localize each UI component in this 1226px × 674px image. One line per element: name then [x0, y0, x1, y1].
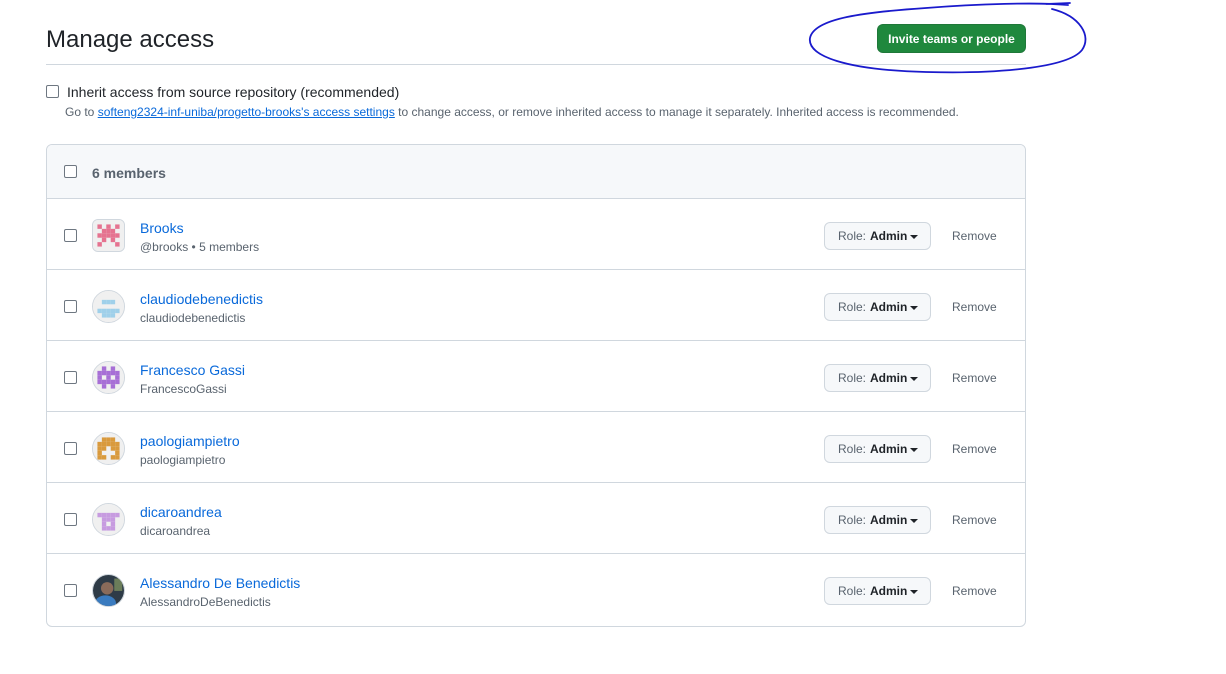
- member-checkbox[interactable]: [64, 229, 77, 242]
- member-name-link[interactable]: paologiampietro: [140, 433, 240, 449]
- role-value: Admin: [870, 300, 908, 314]
- role-dropdown-button[interactable]: Role: Admin: [824, 506, 931, 534]
- member-name-link[interactable]: claudiodebenedictis: [140, 291, 263, 307]
- member-username: @brooks • 5 members: [140, 240, 260, 254]
- member-name-link[interactable]: Brooks: [140, 220, 184, 236]
- member-row: Alessandro De Benedictis AlessandroDeBen…: [47, 554, 1025, 625]
- chevron-down-icon: [910, 448, 918, 452]
- source-access-settings-link[interactable]: softeng2324-inf-uniba/progetto-brooks's …: [98, 105, 395, 119]
- select-all-checkbox[interactable]: [64, 165, 77, 178]
- remove-member-button[interactable]: Remove: [952, 229, 997, 243]
- remove-member-button[interactable]: Remove: [952, 300, 997, 314]
- member-checkbox[interactable]: [64, 513, 77, 526]
- chevron-down-icon: [910, 377, 918, 381]
- role-dropdown-button[interactable]: Role: Admin: [824, 364, 931, 392]
- identicon-pink-team-icon: [93, 220, 124, 251]
- inherit-note-prefix: Go to: [65, 105, 98, 119]
- role-prefix: Role:: [838, 371, 867, 385]
- identicon-lightblue-icon: [93, 291, 124, 322]
- chevron-down-icon: [910, 519, 918, 523]
- role-dropdown-button[interactable]: Role: Admin: [824, 222, 931, 250]
- remove-member-button[interactable]: Remove: [952, 584, 997, 598]
- member-username: paologiampietro: [140, 453, 226, 467]
- avatar[interactable]: [92, 290, 125, 323]
- member-checkbox[interactable]: [64, 442, 77, 455]
- role-prefix: Role:: [838, 584, 867, 598]
- avatar[interactable]: [92, 361, 125, 394]
- role-value: Admin: [870, 229, 908, 243]
- role-dropdown-button[interactable]: Role: Admin: [824, 577, 931, 605]
- member-row: Francesco Gassi FrancescoGassi Role: Adm…: [47, 341, 1025, 412]
- role-value: Admin: [870, 371, 908, 385]
- member-checkbox[interactable]: [64, 371, 77, 384]
- photo-avatar-icon: [93, 575, 124, 606]
- role-prefix: Role:: [838, 300, 867, 314]
- member-name-link[interactable]: dicaroandrea: [140, 504, 222, 520]
- avatar[interactable]: [92, 574, 125, 607]
- role-prefix: Role:: [838, 229, 867, 243]
- inherit-note-suffix: to change access, or remove inherited ac…: [394, 105, 959, 119]
- chevron-down-icon: [910, 590, 918, 594]
- inherit-access-checkbox[interactable]: [46, 85, 59, 98]
- manage-access-page: Manage access Invite teams or people Inh…: [0, 0, 1226, 674]
- avatar[interactable]: [92, 219, 125, 252]
- invite-teams-or-people-button[interactable]: Invite teams or people: [877, 24, 1026, 53]
- member-checkbox[interactable]: [64, 300, 77, 313]
- inherit-access-note: Go to softeng2324-inf-uniba/progetto-bro…: [65, 105, 959, 119]
- remove-member-button[interactable]: Remove: [952, 442, 997, 456]
- remove-member-button[interactable]: Remove: [952, 513, 997, 527]
- identicon-orange-icon: [93, 433, 124, 464]
- member-row: dicaroandrea dicaroandrea Role: Admin Re…: [47, 483, 1025, 554]
- member-username: AlessandroDeBenedictis: [140, 595, 271, 609]
- member-row: claudiodebenedictis claudiodebenedictis …: [47, 270, 1025, 341]
- role-value: Admin: [870, 513, 908, 527]
- avatar[interactable]: [92, 503, 125, 536]
- member-checkbox[interactable]: [64, 584, 77, 597]
- remove-member-button[interactable]: Remove: [952, 371, 997, 385]
- member-username: dicaroandrea: [140, 524, 211, 538]
- member-username: claudiodebenedictis: [140, 311, 246, 325]
- chevron-down-icon: [910, 235, 918, 239]
- avatar[interactable]: [92, 432, 125, 465]
- identicon-purple-icon: [93, 362, 124, 393]
- member-name-link[interactable]: Alessandro De Benedictis: [140, 575, 300, 591]
- page-header: Manage access Invite teams or people: [46, 0, 1026, 65]
- role-value: Admin: [870, 442, 908, 456]
- members-list: 6 members Brooks @brooks • 5 members Rol…: [46, 144, 1026, 627]
- chevron-down-icon: [910, 306, 918, 310]
- inherit-access-label: Inherit access from source repository (r…: [67, 84, 400, 100]
- members-list-header: 6 members: [47, 145, 1025, 199]
- role-value: Admin: [870, 584, 908, 598]
- member-row: Brooks @brooks • 5 members Role: Admin R…: [47, 199, 1025, 270]
- role-prefix: Role:: [838, 442, 867, 456]
- role-dropdown-button[interactable]: Role: Admin: [824, 293, 931, 321]
- page-title: Manage access: [46, 26, 215, 53]
- member-username: FrancescoGassi: [140, 382, 227, 396]
- member-row: paologiampietro paologiampietro Role: Ad…: [47, 412, 1025, 483]
- identicon-lilac-icon: [93, 504, 124, 535]
- member-name-link[interactable]: Francesco Gassi: [140, 362, 245, 378]
- members-count: 6 members: [92, 165, 166, 181]
- role-dropdown-button[interactable]: Role: Admin: [824, 435, 931, 463]
- role-prefix: Role:: [838, 513, 867, 527]
